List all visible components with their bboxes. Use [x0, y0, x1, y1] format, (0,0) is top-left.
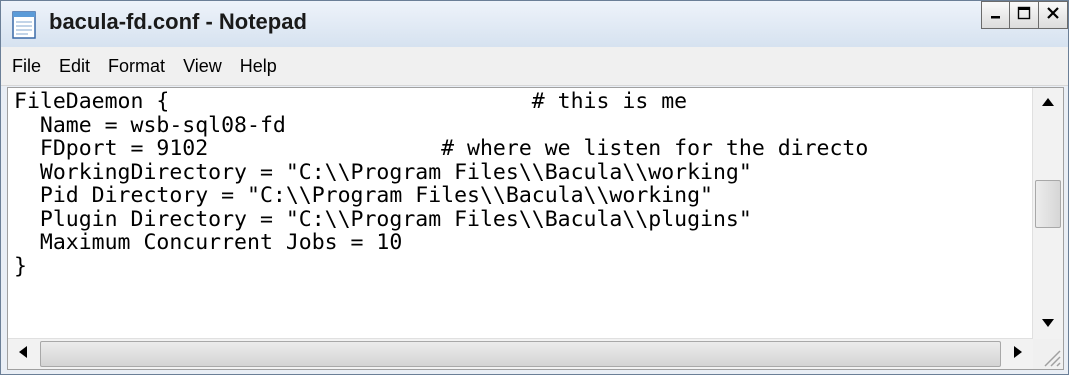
arrow-right-icon — [1013, 345, 1023, 364]
arrow-down-icon — [1041, 315, 1055, 333]
menu-file[interactable]: File — [3, 47, 50, 85]
menu-edit[interactable]: Edit — [50, 47, 99, 85]
menu-help[interactable]: Help — [231, 47, 286, 85]
notepad-window: bacula-fd.conf - Notepad File Edit Forma… — [0, 0, 1069, 375]
editor-content[interactable]: FileDaemon { # this is me Name = wsb-sql… — [8, 88, 1033, 278]
horizontal-scroll-thumb[interactable] — [40, 341, 1001, 367]
horizontal-scrollbar[interactable] — [8, 338, 1033, 369]
close-icon — [1046, 6, 1060, 25]
resize-grip-icon — [1033, 350, 1063, 373]
minimize-button[interactable] — [981, 1, 1010, 29]
maximize-button[interactable] — [1010, 1, 1039, 29]
menu-bar: File Edit Format View Help — [1, 47, 1068, 86]
caption-buttons — [981, 1, 1068, 31]
menu-format[interactable]: Format — [99, 47, 174, 85]
minimize-icon — [989, 6, 1003, 25]
vertical-scroll-thumb[interactable] — [1035, 180, 1061, 228]
menu-view[interactable]: View — [174, 47, 231, 85]
vertical-scrollbar[interactable] — [1032, 88, 1063, 339]
arrow-up-icon — [1041, 94, 1055, 112]
close-button[interactable] — [1039, 1, 1068, 29]
scroll-right-button[interactable] — [1003, 339, 1033, 369]
title-bar[interactable]: bacula-fd.conf - Notepad — [1, 1, 1068, 47]
arrow-left-icon — [18, 345, 28, 364]
window-title: bacula-fd.conf - Notepad — [49, 9, 307, 34]
size-grip[interactable] — [1033, 339, 1063, 369]
scroll-down-button[interactable] — [1033, 309, 1063, 339]
text-editor[interactable]: FileDaemon { # this is me Name = wsb-sql… — [8, 88, 1033, 339]
maximize-icon — [1017, 6, 1031, 25]
scroll-up-button[interactable] — [1033, 88, 1063, 118]
editor-frame: FileDaemon { # this is me Name = wsb-sql… — [7, 87, 1064, 370]
scroll-left-button[interactable] — [8, 339, 38, 369]
notepad-icon — [11, 8, 39, 40]
